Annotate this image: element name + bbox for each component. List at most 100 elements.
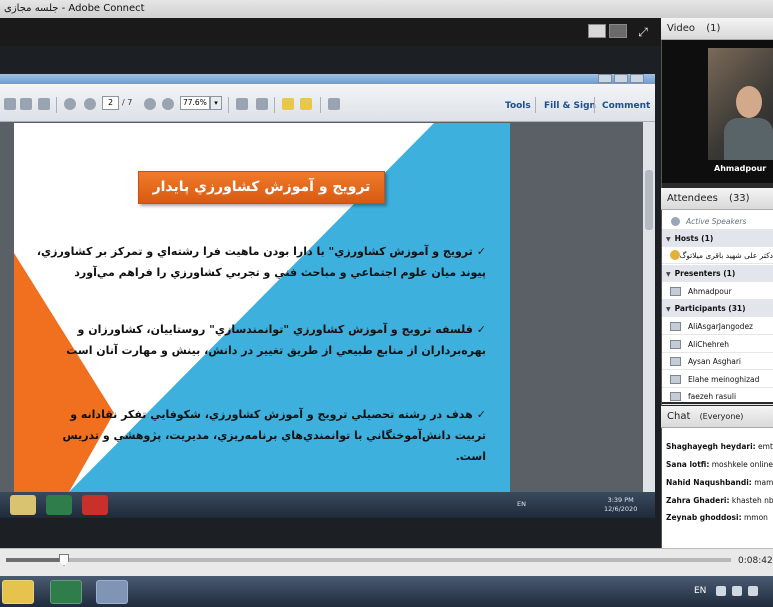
- slide-bullet: ✓هدف در رشته تحصيلي ترويج و آموزش كشاورز…: [36, 404, 486, 467]
- list-item[interactable]: دکتر علی شهید باقری میلاتوگ: [662, 247, 773, 264]
- tools-link: Tools: [505, 101, 531, 111]
- network-icon[interactable]: [732, 586, 742, 596]
- print-icon: [20, 98, 32, 110]
- presenters-group[interactable]: ▼ Presenters (1): [662, 265, 773, 282]
- host-name: دکتر علی شهید باقری میلاتوگ: [679, 251, 773, 260]
- chat-sender: Zahra Ghaderi:: [666, 496, 730, 505]
- page-down-icon: [84, 98, 96, 110]
- active-speakers-label: Active Speakers: [686, 217, 747, 226]
- webcam-person-body: [724, 118, 773, 160]
- checkmark-icon: ✓: [476, 408, 486, 421]
- participant-name: AliChehreh: [688, 340, 729, 349]
- list-item[interactable]: AliChehreh: [662, 336, 773, 353]
- slide-bullet-text: فلسفه ترويج و آموزش كشاورزي "توانمندسازي…: [66, 323, 486, 357]
- layout-button-one[interactable]: [588, 24, 606, 38]
- presenter-name: Ahmadpour: [688, 287, 732, 296]
- chat-message: Zeynab ghoddosi: mmon: [666, 513, 768, 522]
- taskbar-lang[interactable]: EN: [694, 586, 706, 596]
- presenter-icon: [670, 287, 681, 296]
- fit-page-icon: [236, 98, 248, 110]
- explorer-taskbar-icon[interactable]: [2, 580, 34, 604]
- acrobat-icon: [82, 495, 108, 515]
- expand-triangle-icon: ▼: [666, 236, 671, 243]
- participant-name: AliAsgarJangodez: [688, 322, 753, 331]
- shared-clock: 3:39 PM 12/6/2020: [604, 496, 637, 514]
- shared-screen-taskbar: [0, 492, 655, 518]
- video-pod-count: (1): [706, 23, 721, 34]
- checkmark-icon: ✓: [476, 323, 486, 336]
- video-speaker-name: Ahmadpour: [714, 164, 767, 173]
- playback-elapsed: 0:08:42: [738, 556, 773, 566]
- toolbar-separator: [320, 97, 321, 113]
- shared-lang-indicator: EN: [517, 500, 526, 508]
- playback-track[interactable]: [6, 558, 731, 562]
- save-icon: [4, 98, 16, 110]
- participant-name: Aysan Asghari: [688, 357, 742, 366]
- layout-switcher: [588, 24, 627, 38]
- host-icon: [670, 250, 680, 260]
- participant-icon: [670, 392, 681, 401]
- toolbar-separator: [274, 97, 275, 113]
- meeting-toolbar: [0, 18, 661, 46]
- list-item[interactable]: Ahmadpour: [662, 283, 773, 300]
- shared-window-controls: [598, 74, 644, 83]
- participant-icon: [670, 322, 681, 331]
- presenters-label: Presenters (1): [674, 269, 736, 278]
- list-item[interactable]: Aysan Asghari: [662, 353, 773, 370]
- tray-icon[interactable]: [716, 586, 726, 596]
- chat-pod-title: Chat: [667, 411, 691, 422]
- layout-button-two[interactable]: [609, 24, 627, 38]
- fill-sign-link: Fill & Sign: [544, 101, 596, 111]
- toolbar-separator: [228, 97, 229, 113]
- highlight-icon: [300, 98, 312, 110]
- list-item[interactable]: faezeh rasuli: [662, 388, 773, 405]
- participant-icon: [670, 357, 681, 366]
- slide-title: ترويج و آموزش كشاورزي پايدار: [138, 171, 385, 204]
- shared-clock-time: 3:39 PM: [607, 496, 634, 504]
- slide-bullet-text: هدف در رشته تحصيلي ترويج و آموزش كشاورزي…: [62, 408, 486, 463]
- chat-text: mam: [754, 478, 773, 487]
- volume-icon[interactable]: [748, 586, 758, 596]
- participant-name: Elahe meinoghizad: [688, 375, 760, 384]
- comment-icon: [282, 98, 294, 110]
- window-title-bar: جلسه مجازی - Adobe Connect: [0, 0, 773, 18]
- zoom-level: 77.6%: [180, 96, 210, 110]
- page-total: / 7: [122, 98, 133, 107]
- checkmark-icon: ✓: [476, 245, 486, 258]
- slide-page: ترويج و آموزش كشاورزي پايدار ✓ترويج و آم…: [14, 123, 510, 492]
- chat-pod-header: Chat (Everyone): [661, 406, 773, 428]
- fit-width-icon: [256, 98, 268, 110]
- fullscreen-icon[interactable]: ⤢: [636, 25, 650, 39]
- toolbar-separator: [535, 97, 536, 113]
- list-item[interactable]: Elahe meinoghizad: [662, 371, 773, 388]
- chat-sender: Sana lotfi:: [666, 460, 710, 469]
- active-speakers-row[interactable]: Active Speakers: [662, 213, 773, 230]
- chat-message: Nahid Naqushbandi: mam: [666, 478, 773, 487]
- chat-text: moshkele online: [711, 460, 773, 469]
- adobe-connect-window: جلسه مجازی - Adobe Connect ⤢ 2 / 7 77.6%…: [0, 0, 773, 607]
- hosts-label: Hosts (1): [674, 234, 714, 243]
- shared-clock-date: 12/6/2020: [604, 505, 638, 513]
- chat-text: khasteh nb: [731, 496, 773, 505]
- zoom-in-icon: [162, 98, 174, 110]
- participant-icon: [670, 340, 681, 349]
- participant-name: faezeh rasuli: [688, 392, 737, 401]
- list-item[interactable]: AliAsgarJangodez: [662, 318, 773, 335]
- participants-group[interactable]: ▼ Participants (31): [662, 300, 773, 317]
- participants-label: Participants (31): [674, 304, 746, 313]
- chat-sender: Zeynab ghoddosi:: [666, 513, 742, 522]
- playback-bar: [0, 548, 773, 576]
- webcam-person-head: [736, 86, 762, 118]
- chat-text: mmon: [743, 513, 768, 522]
- attendees-pod-title: Attendees: [667, 193, 718, 204]
- shared-window-titlebar: [0, 74, 655, 84]
- hosts-group[interactable]: ▼ Hosts (1): [662, 230, 773, 247]
- paint-taskbar-icon[interactable]: [96, 580, 128, 604]
- close-icon: [630, 74, 644, 83]
- chat-sender: Nahid Naqushbandi:: [666, 478, 752, 487]
- page-number-input: 2: [102, 96, 119, 110]
- chat-message: Sana lotfi: moshkele online: [666, 460, 773, 469]
- excel-taskbar-icon[interactable]: [50, 580, 82, 604]
- pdf-toolbar: 2 / 7 77.6% ▾ Tools Fill & Sign Comment: [0, 84, 655, 122]
- zoom-out-icon: [144, 98, 156, 110]
